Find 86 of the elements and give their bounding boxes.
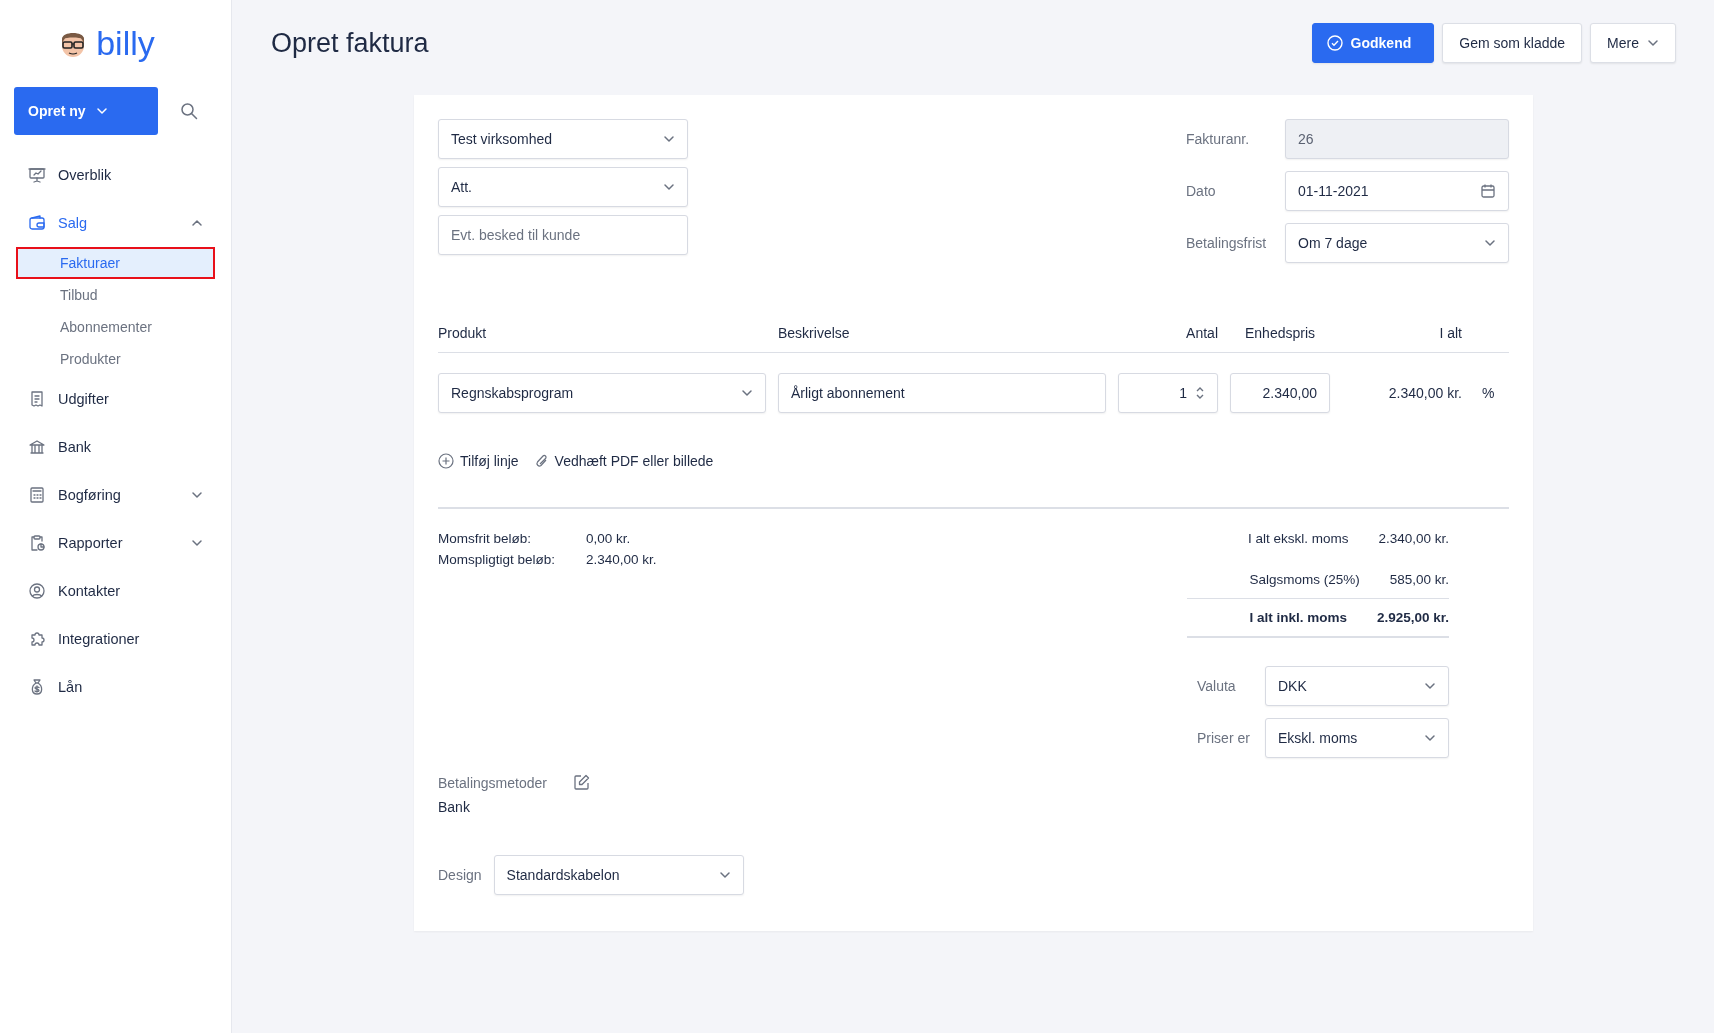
attention-dropdown[interactable]: Att.: [438, 167, 688, 207]
chevron-icon: [718, 869, 731, 881]
wallet-icon: [28, 214, 46, 232]
chevron-icon: [191, 217, 203, 229]
invoice-number-field[interactable]: 26: [1285, 119, 1509, 159]
clipboard-chart-icon: [28, 534, 46, 552]
paperclip-icon: [534, 453, 549, 469]
chevron-icon: [663, 181, 675, 193]
dropdown[interactable]: Om 7 dage: [1285, 223, 1509, 263]
design-label: Design: [438, 867, 482, 883]
attach-link[interactable]: Vedhæft PDF eller billede: [534, 453, 714, 469]
logo-text: billy: [96, 24, 155, 63]
nav-item[interactable]: Udgifter: [0, 375, 231, 423]
payment-method-value: Bank: [438, 799, 471, 815]
check-circle-icon: [1326, 35, 1343, 51]
search-icon[interactable]: [180, 102, 198, 120]
receipt-icon: [28, 390, 46, 408]
plus-circle-icon: [438, 453, 454, 469]
calendar-icon: [1480, 183, 1496, 199]
summary-label: Momsfrit beløb:: [438, 531, 533, 546]
approve-button[interactable]: Godkend: [1311, 23, 1435, 63]
total-value: 2.925,00 kr.: [1376, 610, 1449, 625]
chevron-icon: [1484, 237, 1496, 249]
nav-subitem[interactable]: Produkter: [16, 343, 215, 375]
total-label: Salgsmoms (25%): [1248, 572, 1361, 587]
summary-value: 0,00 kr.: [586, 531, 631, 546]
save-draft-button[interactable]: Gem som kladde: [1442, 23, 1583, 63]
nav-item[interactable]: Rapporter: [0, 519, 231, 567]
chevron-icon: [1647, 37, 1659, 49]
nav-item[interactable]: Lån: [0, 663, 231, 711]
nav-subitem[interactable]: Tilbud: [16, 279, 215, 311]
nav-item[interactable]: Bank: [0, 423, 231, 471]
summary-label: Momspligtigt beløb:: [438, 552, 557, 567]
nav-subitem[interactable]: Fakturaer: [16, 247, 215, 279]
discount-button[interactable]: %: [1482, 385, 1495, 401]
summary-value: 2.340,00 kr.: [586, 552, 657, 567]
user-circle-icon: [28, 582, 46, 600]
page-title: Opret faktura: [271, 27, 430, 59]
add-line-link[interactable]: Tilføj linje: [438, 453, 519, 469]
chevron-icon: [95, 105, 108, 117]
more-button[interactable]: Mere: [1590, 23, 1676, 63]
payment-methods-label: Betalingsmetoder: [438, 774, 547, 791]
bank-icon: [28, 438, 46, 456]
description-field[interactable]: Årligt abonnement: [778, 373, 1106, 413]
spinner-icon: [1195, 385, 1205, 401]
design-dropdown[interactable]: Standardskabelon: [493, 855, 744, 895]
field-label: Valuta: [1197, 678, 1237, 694]
product-dropdown[interactable]: Regnskabsprogram: [438, 373, 766, 413]
dropdown[interactable]: DKK: [1265, 666, 1449, 706]
nav-item[interactable]: Kontakter: [0, 567, 231, 615]
chevron-icon: [1424, 680, 1436, 692]
column-header: Antal: [1185, 325, 1218, 341]
nav-subitem[interactable]: Abonnementer: [16, 311, 215, 343]
column-header: Beskrivelse: [778, 325, 851, 341]
puzzle-icon: [28, 630, 46, 648]
total-label: I alt ekskl. moms: [1246, 531, 1350, 546]
edit-icon[interactable]: [572, 774, 590, 791]
chevron-icon: [663, 133, 675, 145]
line-total: 2.340,00 kr.: [1387, 385, 1462, 401]
column-header: Enhedspris: [1243, 325, 1316, 341]
field-label: Betalingsfrist: [1186, 235, 1268, 251]
create-new-button[interactable]: Opret ny: [14, 87, 158, 135]
message-field[interactable]: Evt. besked til kunde: [438, 215, 688, 255]
total-value: 2.340,00 kr.: [1378, 531, 1449, 546]
dropdown[interactable]: Ekskl. moms: [1265, 718, 1449, 758]
chevron-icon: [1424, 732, 1436, 744]
unit-price-field[interactable]: 2.340,00: [1230, 373, 1330, 413]
column-header: I alt: [1438, 325, 1462, 341]
nav-item[interactable]: Bogføring: [0, 471, 231, 519]
quantity-field[interactable]: 1: [1118, 373, 1218, 413]
field-label: Priser er: [1197, 730, 1251, 746]
chevron-icon: [191, 489, 203, 501]
nav-item[interactable]: Overblik: [0, 151, 231, 199]
nav-item[interactable]: Salg: [0, 199, 231, 247]
total-label: I alt inkl. moms: [1248, 610, 1348, 625]
chevron-icon: [741, 387, 753, 399]
presentation-icon: [28, 166, 46, 184]
column-header: Produkt: [438, 325, 488, 341]
field-label: Dato: [1186, 183, 1217, 199]
calculator-icon: [28, 486, 46, 504]
total-value: 585,00 kr.: [1389, 572, 1449, 587]
nav-item[interactable]: Integrationer: [0, 615, 231, 663]
date-field[interactable]: 01-11-2021: [1285, 171, 1509, 211]
chevron-icon: [191, 537, 203, 549]
customer-dropdown[interactable]: Test virksomhed: [438, 119, 688, 159]
field-label: Fakturanr.: [1186, 131, 1251, 147]
